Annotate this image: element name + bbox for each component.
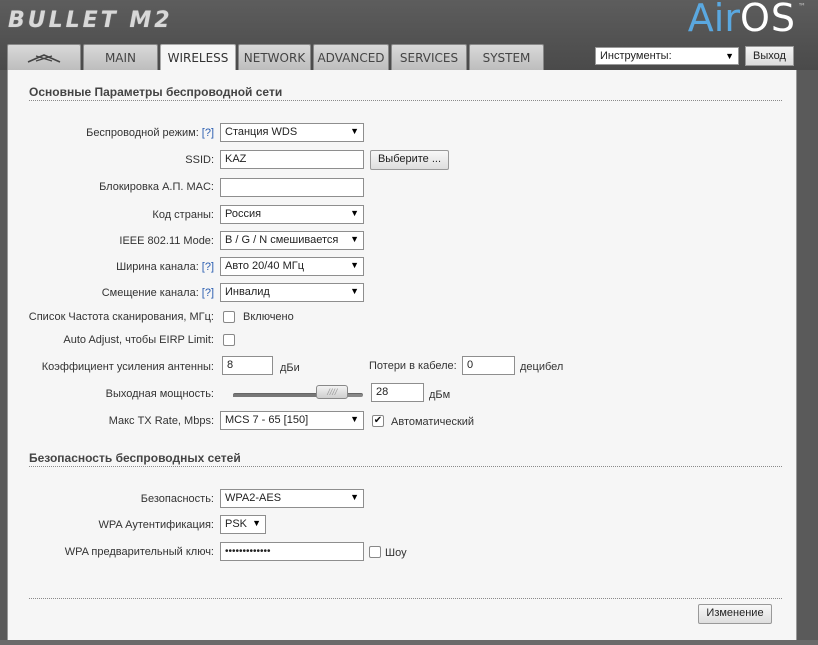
- country-code-label: Код страны:: [152, 209, 214, 221]
- auto-tx-rate-checkbox[interactable]: ✔: [372, 415, 384, 427]
- channel-width-label-text: Ширина канала:: [116, 261, 199, 273]
- security-label: Безопасность:: [140, 493, 214, 505]
- chevron-down-icon: ▼: [350, 492, 359, 502]
- channel-width-value: Авто 20/40 МГц: [225, 260, 305, 272]
- tools-select-value: Инструменты:: [600, 50, 672, 62]
- tab-network[interactable]: Network: [238, 44, 311, 70]
- security-section-title: Безопасность беспроводных сетей: [29, 451, 241, 465]
- show-key-checkbox[interactable]: [369, 546, 381, 558]
- ssid-input[interactable]: KAZ: [220, 150, 364, 169]
- tab-services[interactable]: Services: [391, 44, 467, 70]
- channel-shift-value: Инвалид: [225, 286, 270, 298]
- select-ssid-button[interactable]: Выберите ...: [370, 150, 449, 170]
- cable-loss-unit: децибел: [520, 361, 564, 373]
- change-button[interactable]: Изменение: [698, 604, 772, 624]
- channel-width-help-link[interactable]: [?]: [202, 261, 214, 273]
- scan-list-enabled-label: Включено: [243, 311, 294, 323]
- divider: [29, 100, 782, 101]
- wpa-auth-value: PSK: [225, 518, 248, 530]
- antenna-gain-input[interactable]: 8: [222, 356, 273, 375]
- ubiquiti-logo-icon: [26, 52, 62, 64]
- brand-main: Air: [687, 0, 740, 40]
- auto-tx-rate-label: Автоматический: [391, 416, 475, 428]
- wireless-mode-label: Беспроводной режим: [?]: [86, 127, 214, 139]
- tab-ubiquiti-logo[interactable]: [7, 44, 81, 70]
- channel-shift-label-text: Смещение канала:: [101, 287, 199, 299]
- checkmark-icon: ✔: [373, 415, 383, 426]
- chevron-down-icon: ▼: [725, 51, 734, 61]
- chevron-down-icon: ▼: [350, 260, 359, 270]
- security-value: WPA2-AES: [225, 492, 282, 504]
- product-logo: BULLET M2: [8, 8, 173, 33]
- wireless-mode-select[interactable]: Станция WDS ▼: [220, 123, 364, 142]
- channel-shift-label: Смещение канала: [?]: [102, 287, 214, 299]
- page-bottom-edge: [0, 640, 818, 645]
- security-select[interactable]: WPA2-AES ▼: [220, 489, 364, 508]
- auto-adjust-eirp-checkbox[interactable]: [223, 334, 235, 346]
- tab-system[interactable]: System: [469, 44, 544, 70]
- country-code-select[interactable]: Россия ▼: [220, 205, 364, 224]
- wireless-mode-value: Станция WDS: [225, 126, 298, 138]
- channel-shift-help-link[interactable]: [?]: [202, 287, 214, 299]
- chevron-down-icon: ▼: [350, 126, 359, 136]
- chevron-down-icon: ▼: [350, 414, 359, 424]
- max-tx-rate-select[interactable]: MCS 7 - 65 [150] ▼: [220, 411, 364, 430]
- trademark-mark: ™: [798, 2, 806, 11]
- logout-button[interactable]: Выход: [745, 46, 794, 66]
- wpa-key-label: WPA предварительный ключ:: [64, 546, 214, 558]
- cable-loss-input[interactable]: 0: [462, 356, 515, 375]
- tools-select[interactable]: Инструменты: ▼: [595, 47, 739, 65]
- airos-logo: AirOS ™: [687, 0, 806, 40]
- brand-os: OS: [739, 0, 796, 40]
- auto-adjust-eirp-label: Auto Adjust, чтобы EIRP Limit:: [63, 334, 214, 346]
- antenna-gain-label: Коэффициент усиления антенны:: [41, 361, 214, 373]
- chevron-down-icon: ▼: [350, 286, 359, 296]
- wireless-settings-panel: Основные Параметры беспроводной сети Бес…: [7, 70, 797, 640]
- wireless-mode-label-text: Беспроводной режим:: [86, 127, 199, 139]
- show-key-label: Шоу: [385, 547, 407, 559]
- country-code-value: Россия: [225, 208, 262, 220]
- wpa-auth-select[interactable]: PSK ▼: [220, 515, 266, 534]
- ieee-mode-value: B / G / N смешивается: [225, 234, 339, 246]
- wpa-auth-label: WPA Аутентификация:: [98, 519, 214, 531]
- ssid-label: SSID:: [185, 154, 214, 166]
- tab-advanced[interactable]: Advanced: [313, 44, 389, 70]
- ap-mac-input[interactable]: [220, 178, 364, 197]
- antenna-gain-unit: дБи: [280, 362, 300, 374]
- chevron-down-icon: ▼: [252, 518, 261, 528]
- chevron-down-icon: ▼: [350, 234, 359, 244]
- channel-shift-select[interactable]: Инвалид ▼: [220, 283, 364, 302]
- ieee-mode-select[interactable]: B / G / N смешивается ▼: [220, 231, 364, 250]
- tab-wireless[interactable]: Wireless: [160, 44, 236, 71]
- channel-width-select[interactable]: Авто 20/40 МГц ▼: [220, 257, 364, 276]
- scan-list-label: Список Частота сканирования, МГц:: [28, 311, 214, 323]
- scan-list-checkbox[interactable]: [223, 311, 235, 323]
- output-power-input[interactable]: 28: [371, 383, 424, 402]
- divider: [29, 598, 782, 599]
- divider: [29, 466, 782, 467]
- max-tx-rate-label: Макс TX Rate, Mbps:: [108, 415, 214, 427]
- channel-width-label: Ширина канала: [?]: [116, 261, 214, 273]
- output-power-unit: дБм: [429, 389, 451, 401]
- output-power-label: Выходная мощность:: [105, 388, 214, 400]
- wpa-key-input[interactable]: •••••••••••••: [220, 542, 364, 561]
- chevron-down-icon: ▼: [350, 208, 359, 218]
- basic-settings-title: Основные Параметры беспроводной сети: [29, 85, 283, 99]
- max-tx-rate-value: MCS 7 - 65 [150]: [225, 414, 309, 426]
- cable-loss-label: Потери в кабеле:: [369, 360, 457, 372]
- output-power-slider-handle[interactable]: ////: [316, 385, 349, 399]
- wireless-mode-help-link[interactable]: [?]: [202, 127, 214, 139]
- tab-main[interactable]: Main: [83, 44, 158, 70]
- ieee-mode-label: IEEE 802.11 Mode:: [119, 235, 214, 247]
- ap-mac-label: Блокировка А.П. MAC:: [99, 181, 214, 193]
